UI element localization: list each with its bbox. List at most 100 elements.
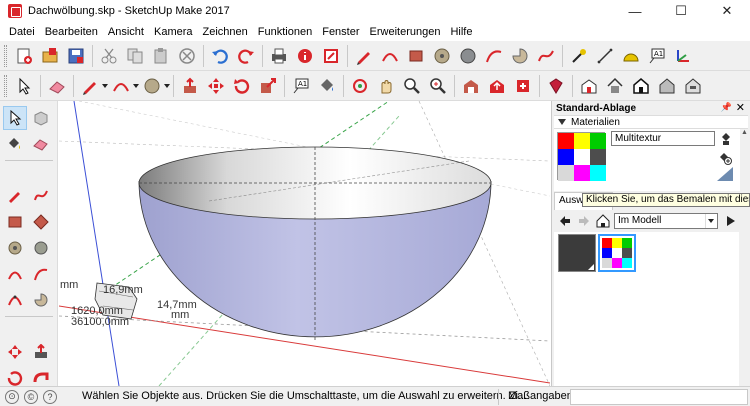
pin-icon[interactable]: 📌 xyxy=(721,102,732,113)
credits-icon[interactable]: © xyxy=(24,389,38,404)
line-button[interactable] xyxy=(79,75,101,97)
pie-tool[interactable] xyxy=(29,288,53,312)
share-model-button[interactable] xyxy=(486,75,508,97)
send-to-layout-button[interactable] xyxy=(320,45,342,67)
menu-zeichnen[interactable]: Zeichnen xyxy=(198,26,253,38)
toolbar-grip[interactable] xyxy=(4,44,7,67)
paint-bucket-button[interactable] xyxy=(316,75,338,97)
menu-bearbeiten[interactable]: Bearbeiten xyxy=(40,26,103,38)
back-view-button[interactable] xyxy=(682,75,704,97)
zoom-button[interactable] xyxy=(401,75,423,97)
back-arrow-icon[interactable] xyxy=(557,213,573,229)
select-tool[interactable] xyxy=(3,106,27,130)
right-view-button[interactable] xyxy=(656,75,678,97)
details-arrow-icon[interactable] xyxy=(724,214,738,228)
circle-tool[interactable] xyxy=(3,236,27,260)
line-tool[interactable] xyxy=(3,184,27,208)
menu-fenster[interactable]: Fenster xyxy=(317,26,364,38)
maximize-button[interactable]: ☐ xyxy=(658,0,704,22)
pie-button[interactable] xyxy=(509,45,531,67)
polygon-tool[interactable] xyxy=(29,236,53,260)
zoom-extents-button[interactable] xyxy=(427,75,449,97)
materials-section-header[interactable]: Materialien xyxy=(554,115,748,129)
make-component-tool[interactable] xyxy=(29,106,53,130)
freehand-tool[interactable] xyxy=(29,184,53,208)
polygon-button[interactable] xyxy=(457,45,479,67)
ruby-console-button[interactable] xyxy=(545,75,567,97)
arc-tool[interactable] xyxy=(3,262,27,286)
menu-funktionen[interactable]: Funktionen xyxy=(253,26,317,38)
sample-paint-icon[interactable] xyxy=(720,132,732,146)
forward-arrow-icon[interactable] xyxy=(576,213,592,229)
measurements-input[interactable] xyxy=(570,389,748,405)
undo-button[interactable] xyxy=(209,45,231,67)
tray-scrollbar[interactable]: ▲ xyxy=(740,129,750,386)
paste-button[interactable] xyxy=(150,45,172,67)
model-viewport[interactable]: mm 16,9mm 14,7mm 1620,0mm 36100,0mm mm xyxy=(59,101,550,386)
rectangle-tool[interactable] xyxy=(3,210,27,234)
menu-kamera[interactable]: Kamera xyxy=(149,26,198,38)
redo-button[interactable] xyxy=(235,45,257,67)
library-select[interactable]: Im Modell xyxy=(614,213,718,229)
pencil-line-button[interactable] xyxy=(353,45,375,67)
material-thumb-multitextur[interactable] xyxy=(598,234,636,272)
paint-tool[interactable] xyxy=(3,132,27,156)
dimension-button[interactable] xyxy=(594,45,616,67)
axes-button[interactable] xyxy=(672,45,694,67)
scroll-up-icon[interactable]: ▲ xyxy=(741,129,748,136)
new-file-button[interactable] xyxy=(13,45,35,67)
create-material-icon[interactable] xyxy=(718,151,732,165)
save-button[interactable] xyxy=(65,45,87,67)
rotated-rectangle-tool[interactable] xyxy=(29,210,53,234)
in-model-home-icon[interactable] xyxy=(595,213,611,229)
menu-datei[interactable]: Datei xyxy=(4,26,40,38)
cut-button[interactable] xyxy=(98,45,120,67)
pan-button[interactable] xyxy=(375,75,397,97)
tray-close-icon[interactable]: ✕ xyxy=(736,101,745,114)
line-dropdown-icon[interactable] xyxy=(102,83,108,88)
model-canvas[interactable] xyxy=(59,101,550,386)
3d-warehouse-button[interactable] xyxy=(460,75,482,97)
shapes-dropdown-icon[interactable] xyxy=(164,83,170,88)
scale-button[interactable] xyxy=(257,75,279,97)
collapse-triangle-icon[interactable] xyxy=(558,119,566,125)
arc-3pt-tool[interactable] xyxy=(3,288,27,312)
copy-button[interactable] xyxy=(124,45,146,67)
push-pull-tool[interactable] xyxy=(29,340,53,364)
erase-button[interactable] xyxy=(176,45,198,67)
geo-location-icon[interactable]: ⊙ xyxy=(5,389,19,404)
protractor-button[interactable] xyxy=(620,45,642,67)
push-pull-button[interactable] xyxy=(179,75,201,97)
circle-button[interactable] xyxy=(431,45,453,67)
chevron-down-icon[interactable] xyxy=(705,214,717,228)
menu-hilfe[interactable]: Hilfe xyxy=(445,26,477,38)
rotate-button[interactable] xyxy=(231,75,253,97)
arc-dropdown-icon[interactable] xyxy=(133,83,139,88)
material-name-field[interactable]: Multitextur xyxy=(611,131,715,146)
material-thumb-dark[interactable] xyxy=(558,234,596,272)
print-button[interactable] xyxy=(268,45,290,67)
text-button[interactable]: A1 xyxy=(646,45,668,67)
close-button[interactable]: ✕ xyxy=(704,0,750,22)
arc-2pt-tool[interactable] xyxy=(29,262,53,286)
arc-tool-button[interactable] xyxy=(110,75,132,97)
menu-ansicht[interactable]: Ansicht xyxy=(103,26,149,38)
freehand-button[interactable] xyxy=(535,45,557,67)
instructor-icon[interactable]: ? xyxy=(43,389,57,404)
front-view-button[interactable] xyxy=(630,75,652,97)
tape-measure-button[interactable] xyxy=(568,45,590,67)
move-tool[interactable] xyxy=(3,340,27,364)
eraser-button[interactable] xyxy=(46,75,68,97)
eraser-tool[interactable] xyxy=(29,132,53,156)
text-tool-button[interactable]: A1 xyxy=(290,75,312,97)
display-secondary-icon[interactable] xyxy=(717,167,733,181)
arc-button[interactable] xyxy=(379,45,401,67)
model-info-button[interactable] xyxy=(294,45,316,67)
minimize-button[interactable]: — xyxy=(612,0,658,22)
shapes-button[interactable] xyxy=(141,75,163,97)
top-view-button[interactable] xyxy=(604,75,626,97)
orbit-button[interactable] xyxy=(349,75,371,97)
extension-warehouse-button[interactable] xyxy=(512,75,534,97)
toolbar-grip[interactable] xyxy=(4,74,7,97)
move-button[interactable] xyxy=(205,75,227,97)
